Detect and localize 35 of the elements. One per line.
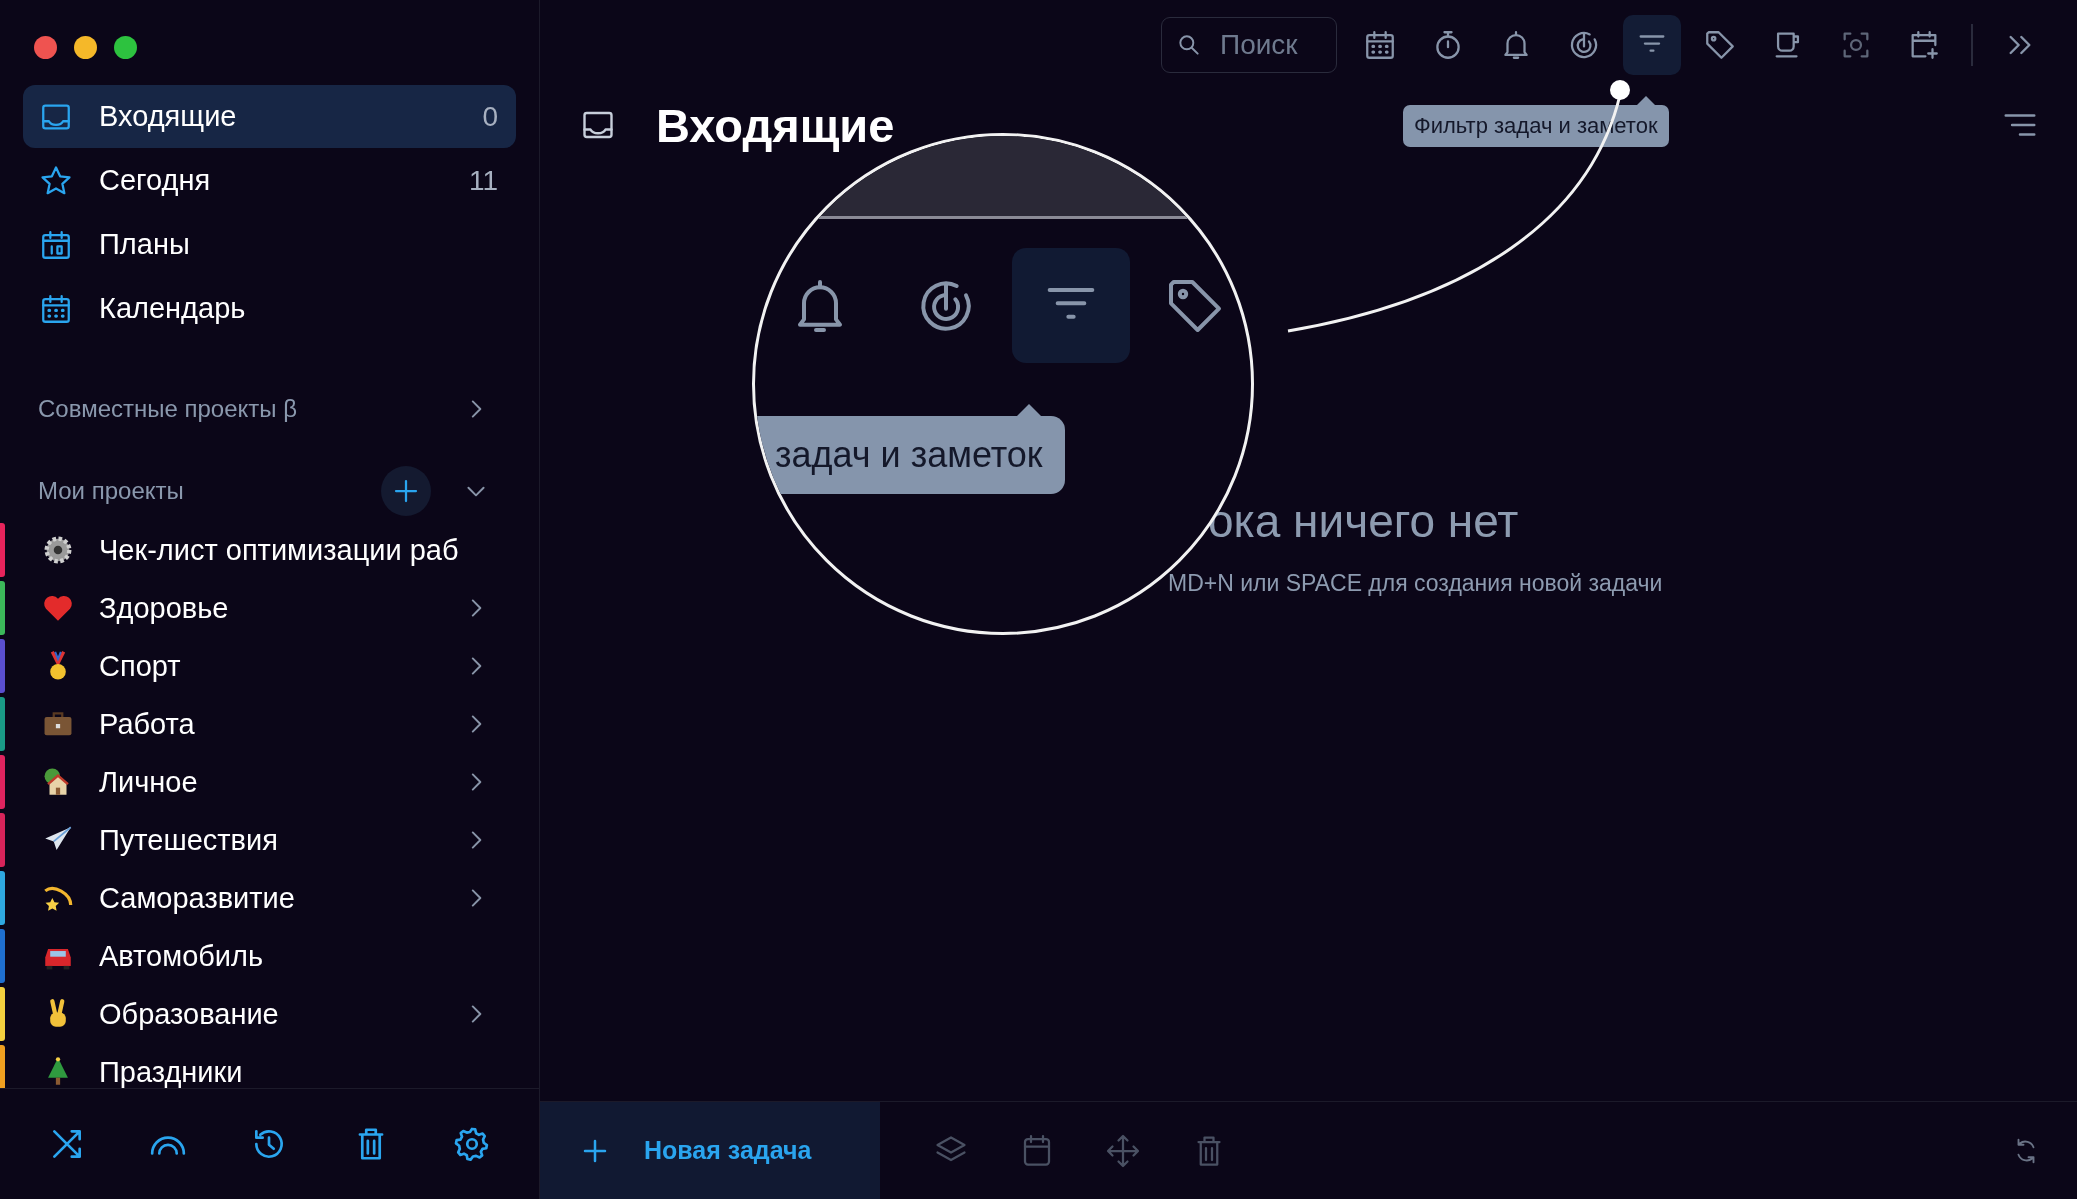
sidebar-item[interactable]: Входящие 0 xyxy=(23,85,516,148)
page-title: Входящие xyxy=(656,97,895,153)
sidebar-item[interactable]: Планы xyxy=(23,213,516,276)
calendar-icon xyxy=(1363,28,1397,62)
sidebar-item[interactable]: Календарь xyxy=(23,277,516,340)
zoom-button[interactable] xyxy=(114,36,137,59)
project-item[interactable]: Образование xyxy=(0,985,539,1043)
minimize-button[interactable] xyxy=(74,36,97,59)
project-item[interactable]: Спорт xyxy=(0,637,539,695)
empty-state-hint: MD+N или SPACE для создания новой задачи xyxy=(1168,570,1663,597)
sidebar-item[interactable]: Сегодня 11 xyxy=(23,149,516,212)
add-project-button[interactable] xyxy=(381,466,431,516)
shared-projects-section[interactable]: Совместные проекты β xyxy=(0,379,539,439)
empty-state-title: ока ничего нет xyxy=(1208,494,1519,548)
search-field[interactable]: Поиск xyxy=(1161,17,1337,73)
project-item[interactable]: Чек-лист оптимизации раб xyxy=(0,521,539,579)
close-button[interactable] xyxy=(34,36,57,59)
project-item[interactable]: Автомобиль xyxy=(0,927,539,985)
new-task-button[interactable]: Новая задача xyxy=(540,1102,880,1199)
section-title: Мои проекты xyxy=(38,477,185,505)
project-item[interactable]: Личное xyxy=(0,753,539,811)
search-input[interactable]: Поиск xyxy=(1220,29,1310,61)
project-item[interactable]: Работа xyxy=(0,695,539,753)
project-item[interactable]: Саморазвитие xyxy=(0,869,539,927)
project-item[interactable]: Путешествия xyxy=(0,811,539,869)
tag-icon xyxy=(1703,28,1737,62)
filter-button[interactable] xyxy=(1623,15,1681,75)
tooltip-pointer xyxy=(1016,404,1041,416)
item-count: 0 xyxy=(482,100,498,133)
project-item[interactable]: Праздники xyxy=(0,1043,539,1088)
move-icon xyxy=(1105,1132,1141,1169)
project-item[interactable]: Здоровье xyxy=(0,579,539,637)
item-count: 11 xyxy=(468,164,498,197)
search-icon xyxy=(1176,32,1202,58)
pointer-dot xyxy=(1610,80,1630,100)
